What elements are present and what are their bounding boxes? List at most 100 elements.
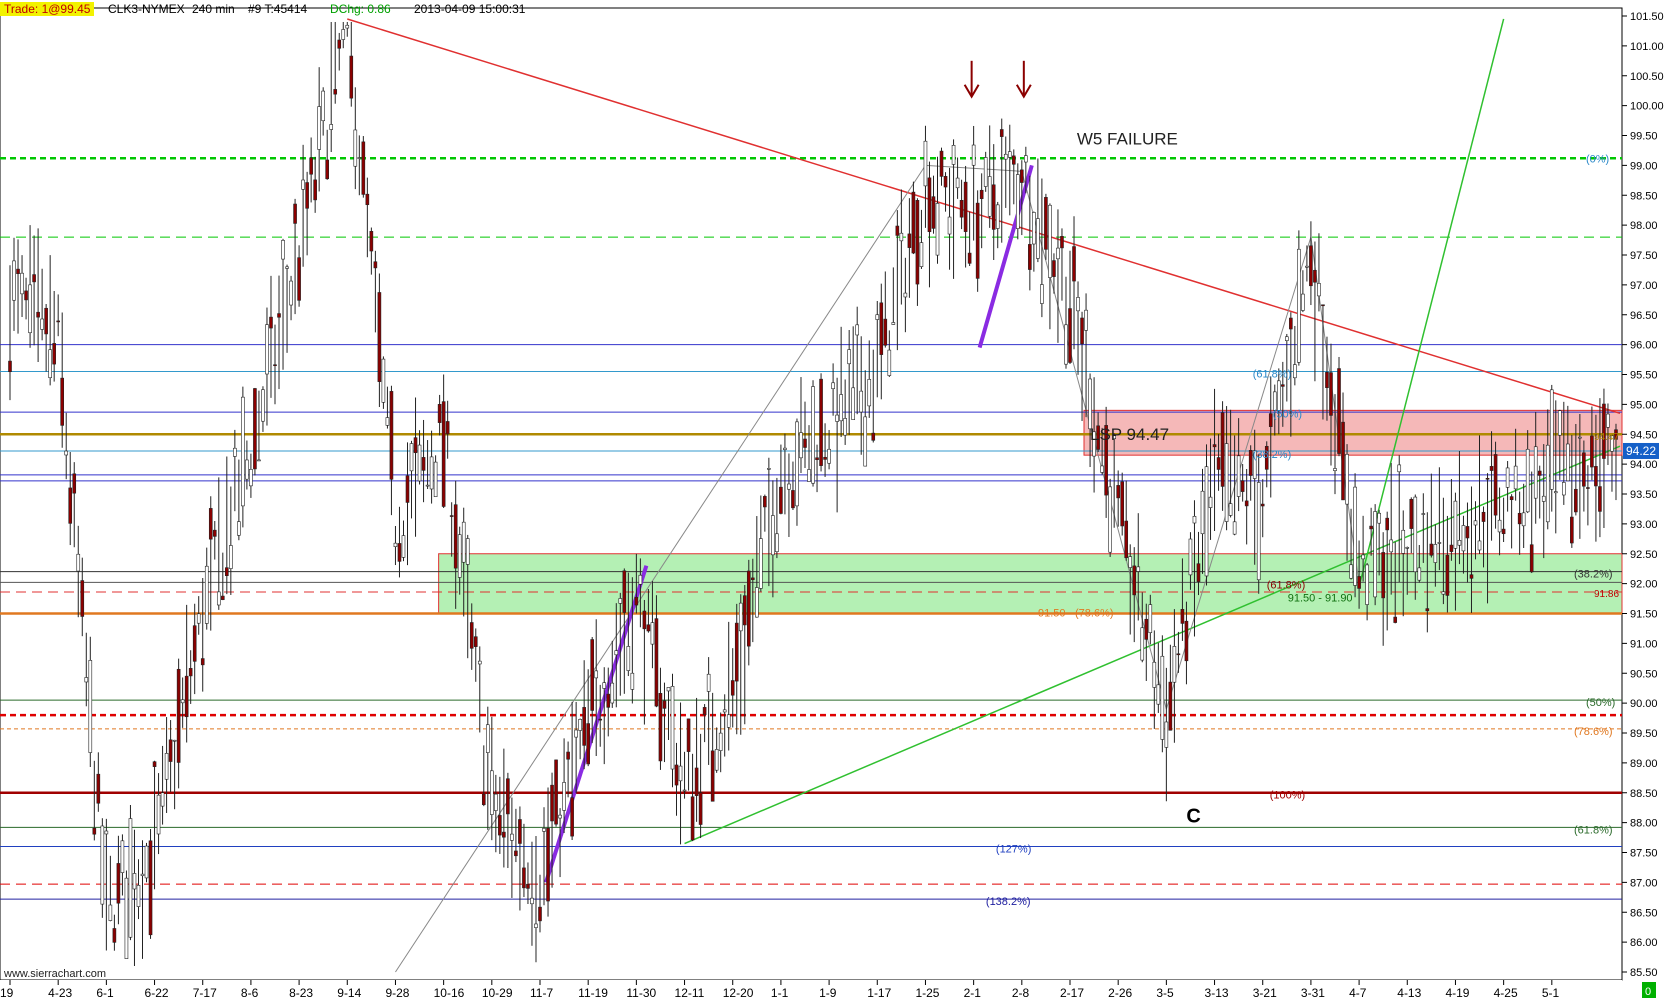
- lsp-axis-label: 94.47: [1594, 432, 1619, 443]
- price-tick-label: 100.50: [1630, 71, 1664, 83]
- date-tick-label: 12-11: [675, 986, 705, 1000]
- price-chart[interactable]: 85.50 86.00 86.50 87.00 87.50 88.00 88.50 89.00…: [0, 0, 1676, 1006]
- price-tick-label: 87.00: [1630, 877, 1658, 889]
- bar-body: [393, 542, 398, 547]
- bar-body: [1453, 500, 1458, 549]
- bar-body: [80, 580, 85, 617]
- bar-body: [241, 396, 245, 507]
- bar-body: [44, 307, 48, 335]
- price-tick-label: 97.50: [1630, 250, 1658, 262]
- bar-body: [188, 668, 193, 677]
- bar-body: [851, 387, 855, 420]
- date-tick-label: 3-21: [1253, 986, 1277, 1000]
- bar-body: [971, 144, 976, 166]
- bar-body: [763, 496, 767, 508]
- bar-body: [1220, 412, 1225, 487]
- bar-body: [200, 658, 205, 666]
- bottom-right-label: 0: [1645, 986, 1651, 998]
- bar-body: [887, 349, 892, 376]
- zone-left-fib: (78.6%): [1075, 607, 1114, 619]
- bar-body: [421, 457, 426, 471]
- bar-body: [983, 157, 988, 187]
- fib-38-2-right-label: (38.2%): [1574, 569, 1613, 581]
- price-tick-label: 86.50: [1630, 907, 1658, 919]
- bar-body: [389, 391, 394, 480]
- watermark-url: www.sierrachart.com: [4, 968, 107, 980]
- bar-body: [490, 770, 494, 815]
- bar-body: [1369, 525, 1373, 530]
- fib-61-8-low-label: (61.8%): [1574, 824, 1613, 836]
- bar-body: [64, 450, 69, 456]
- bar-body: [1365, 564, 1369, 605]
- bar-body: [461, 521, 466, 563]
- fib-0-label: (0%): [1586, 153, 1609, 165]
- bar-body: [265, 324, 269, 375]
- datetime-label: 2013-04-09 15:00:31: [414, 2, 526, 16]
- bar-body: [293, 203, 297, 224]
- bar-body: [16, 268, 20, 274]
- bar-body: [1044, 197, 1048, 250]
- bar-body: [991, 184, 996, 230]
- bar-body: [1052, 260, 1056, 277]
- bar-body: [1160, 655, 1165, 740]
- fib-61-8-top-label: (61.8%): [1253, 368, 1292, 380]
- bar-body: [1136, 566, 1141, 572]
- bar-body: [714, 749, 719, 771]
- bar-body: [60, 377, 64, 426]
- bar-body: [915, 200, 920, 285]
- bar-body: [847, 349, 851, 365]
- bar-body: [1417, 567, 1422, 581]
- bar-body: [100, 825, 105, 905]
- bar-body: [221, 595, 225, 600]
- bar-body: [1276, 380, 1281, 412]
- bar-body: [481, 793, 486, 806]
- bar-body: [1465, 526, 1470, 539]
- bar-body: [353, 129, 358, 167]
- date-tick-label: 2-1: [964, 986, 982, 1000]
- bar-body: [502, 831, 506, 838]
- bar-body: [498, 815, 502, 836]
- bar-body: [835, 414, 839, 422]
- bar-body: [1293, 364, 1297, 379]
- bar-body: [630, 672, 635, 690]
- bar-body: [381, 358, 386, 403]
- bar-body: [1016, 174, 1020, 229]
- bar-body: [1405, 547, 1410, 549]
- bar-body: [441, 401, 446, 507]
- date-tick-label: 9-14: [337, 986, 361, 1000]
- bar-body: [666, 687, 671, 692]
- bar-body: [546, 827, 550, 902]
- price-tick-label: 94.00: [1630, 459, 1658, 471]
- bar-body: [144, 845, 149, 879]
- bar-body: [1377, 512, 1381, 524]
- trade-badge[interactable]: Trade: 1@99.45: [0, 2, 95, 16]
- bar-body: [108, 904, 113, 921]
- bar-body: [935, 203, 940, 256]
- bar-body: [1566, 443, 1570, 482]
- date-tick-label: 3-5: [1156, 986, 1174, 1000]
- bar-body: [1590, 435, 1594, 468]
- fib-50-right-label: (50%): [1586, 697, 1615, 709]
- bar-body: [417, 444, 422, 482]
- bar-body: [855, 324, 859, 336]
- bar-body: [333, 89, 338, 95]
- bar-body: [907, 233, 912, 248]
- bar-body: [879, 302, 884, 355]
- bar-body: [233, 447, 237, 457]
- bar-body: [1011, 155, 1016, 165]
- bar-body: [530, 897, 534, 905]
- bar-body: [152, 761, 157, 767]
- bar-body: [1224, 443, 1229, 522]
- price-tick-label: 88.00: [1630, 818, 1658, 830]
- price-tick-label: 99.50: [1630, 131, 1658, 143]
- bar-body: [1393, 616, 1398, 623]
- bar-body: [229, 545, 233, 569]
- bar-body: [871, 432, 876, 441]
- bar-body: [694, 767, 699, 796]
- bar-body: [827, 448, 831, 464]
- bar-body: [598, 718, 603, 721]
- date-tick-label: 1-1: [771, 986, 789, 1000]
- bar-body: [1084, 309, 1088, 331]
- bar-body: [779, 486, 783, 514]
- bar-body: [1493, 454, 1498, 516]
